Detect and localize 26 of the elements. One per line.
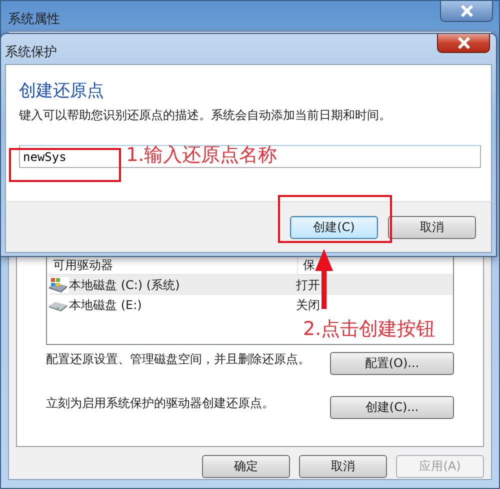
- dialog-heading: 创建还原点: [19, 80, 105, 103]
- close-button[interactable]: [440, 1, 493, 22]
- drive-row[interactable]: 本地磁盘 (C:) (系统) 打开: [47, 275, 453, 295]
- dialog-button[interactable]: 创建(C): [290, 216, 378, 238]
- dialog-title: 系统保护: [5, 44, 57, 61]
- system-drive-icon: [47, 277, 69, 293]
- close-icon: [456, 37, 470, 49]
- protection-status: 打开: [295, 276, 320, 294]
- drive-row[interactable]: 本地磁盘 (E:) 关闭: [47, 295, 453, 315]
- dialog-button[interactable]: 确定: [202, 455, 290, 478]
- annotation-text: 1.输入还原点名称: [126, 143, 278, 168]
- close-icon: [460, 5, 474, 17]
- create-description: 立刻为启用系统保护的驱动器创建还原点。: [46, 395, 275, 412]
- drive-name: 本地磁盘 (E:): [69, 296, 143, 314]
- configure-button[interactable]: 配置(O)...: [330, 352, 454, 375]
- protection-status: 关闭: [295, 296, 320, 314]
- column-header[interactable]: 保: [298, 256, 315, 274]
- window-title: 系统属性: [8, 11, 60, 28]
- close-button[interactable]: [437, 34, 490, 53]
- configure-description: 配置还原设置、管理磁盘空间，并且删除还原点。: [46, 351, 311, 368]
- dialog-description: 键入可以帮助您识别还原点的描述。系统会自动添加当前日期和时间。: [19, 107, 392, 124]
- drive-name: 本地磁盘 (C:) (系统): [69, 276, 181, 294]
- dialog-button[interactable]: 取消: [299, 455, 387, 478]
- annotation-text: 2.点击创建按钮: [303, 317, 436, 342]
- create-button[interactable]: 创建(C)...: [330, 396, 454, 419]
- dialog-button[interactable]: 取消: [388, 216, 476, 238]
